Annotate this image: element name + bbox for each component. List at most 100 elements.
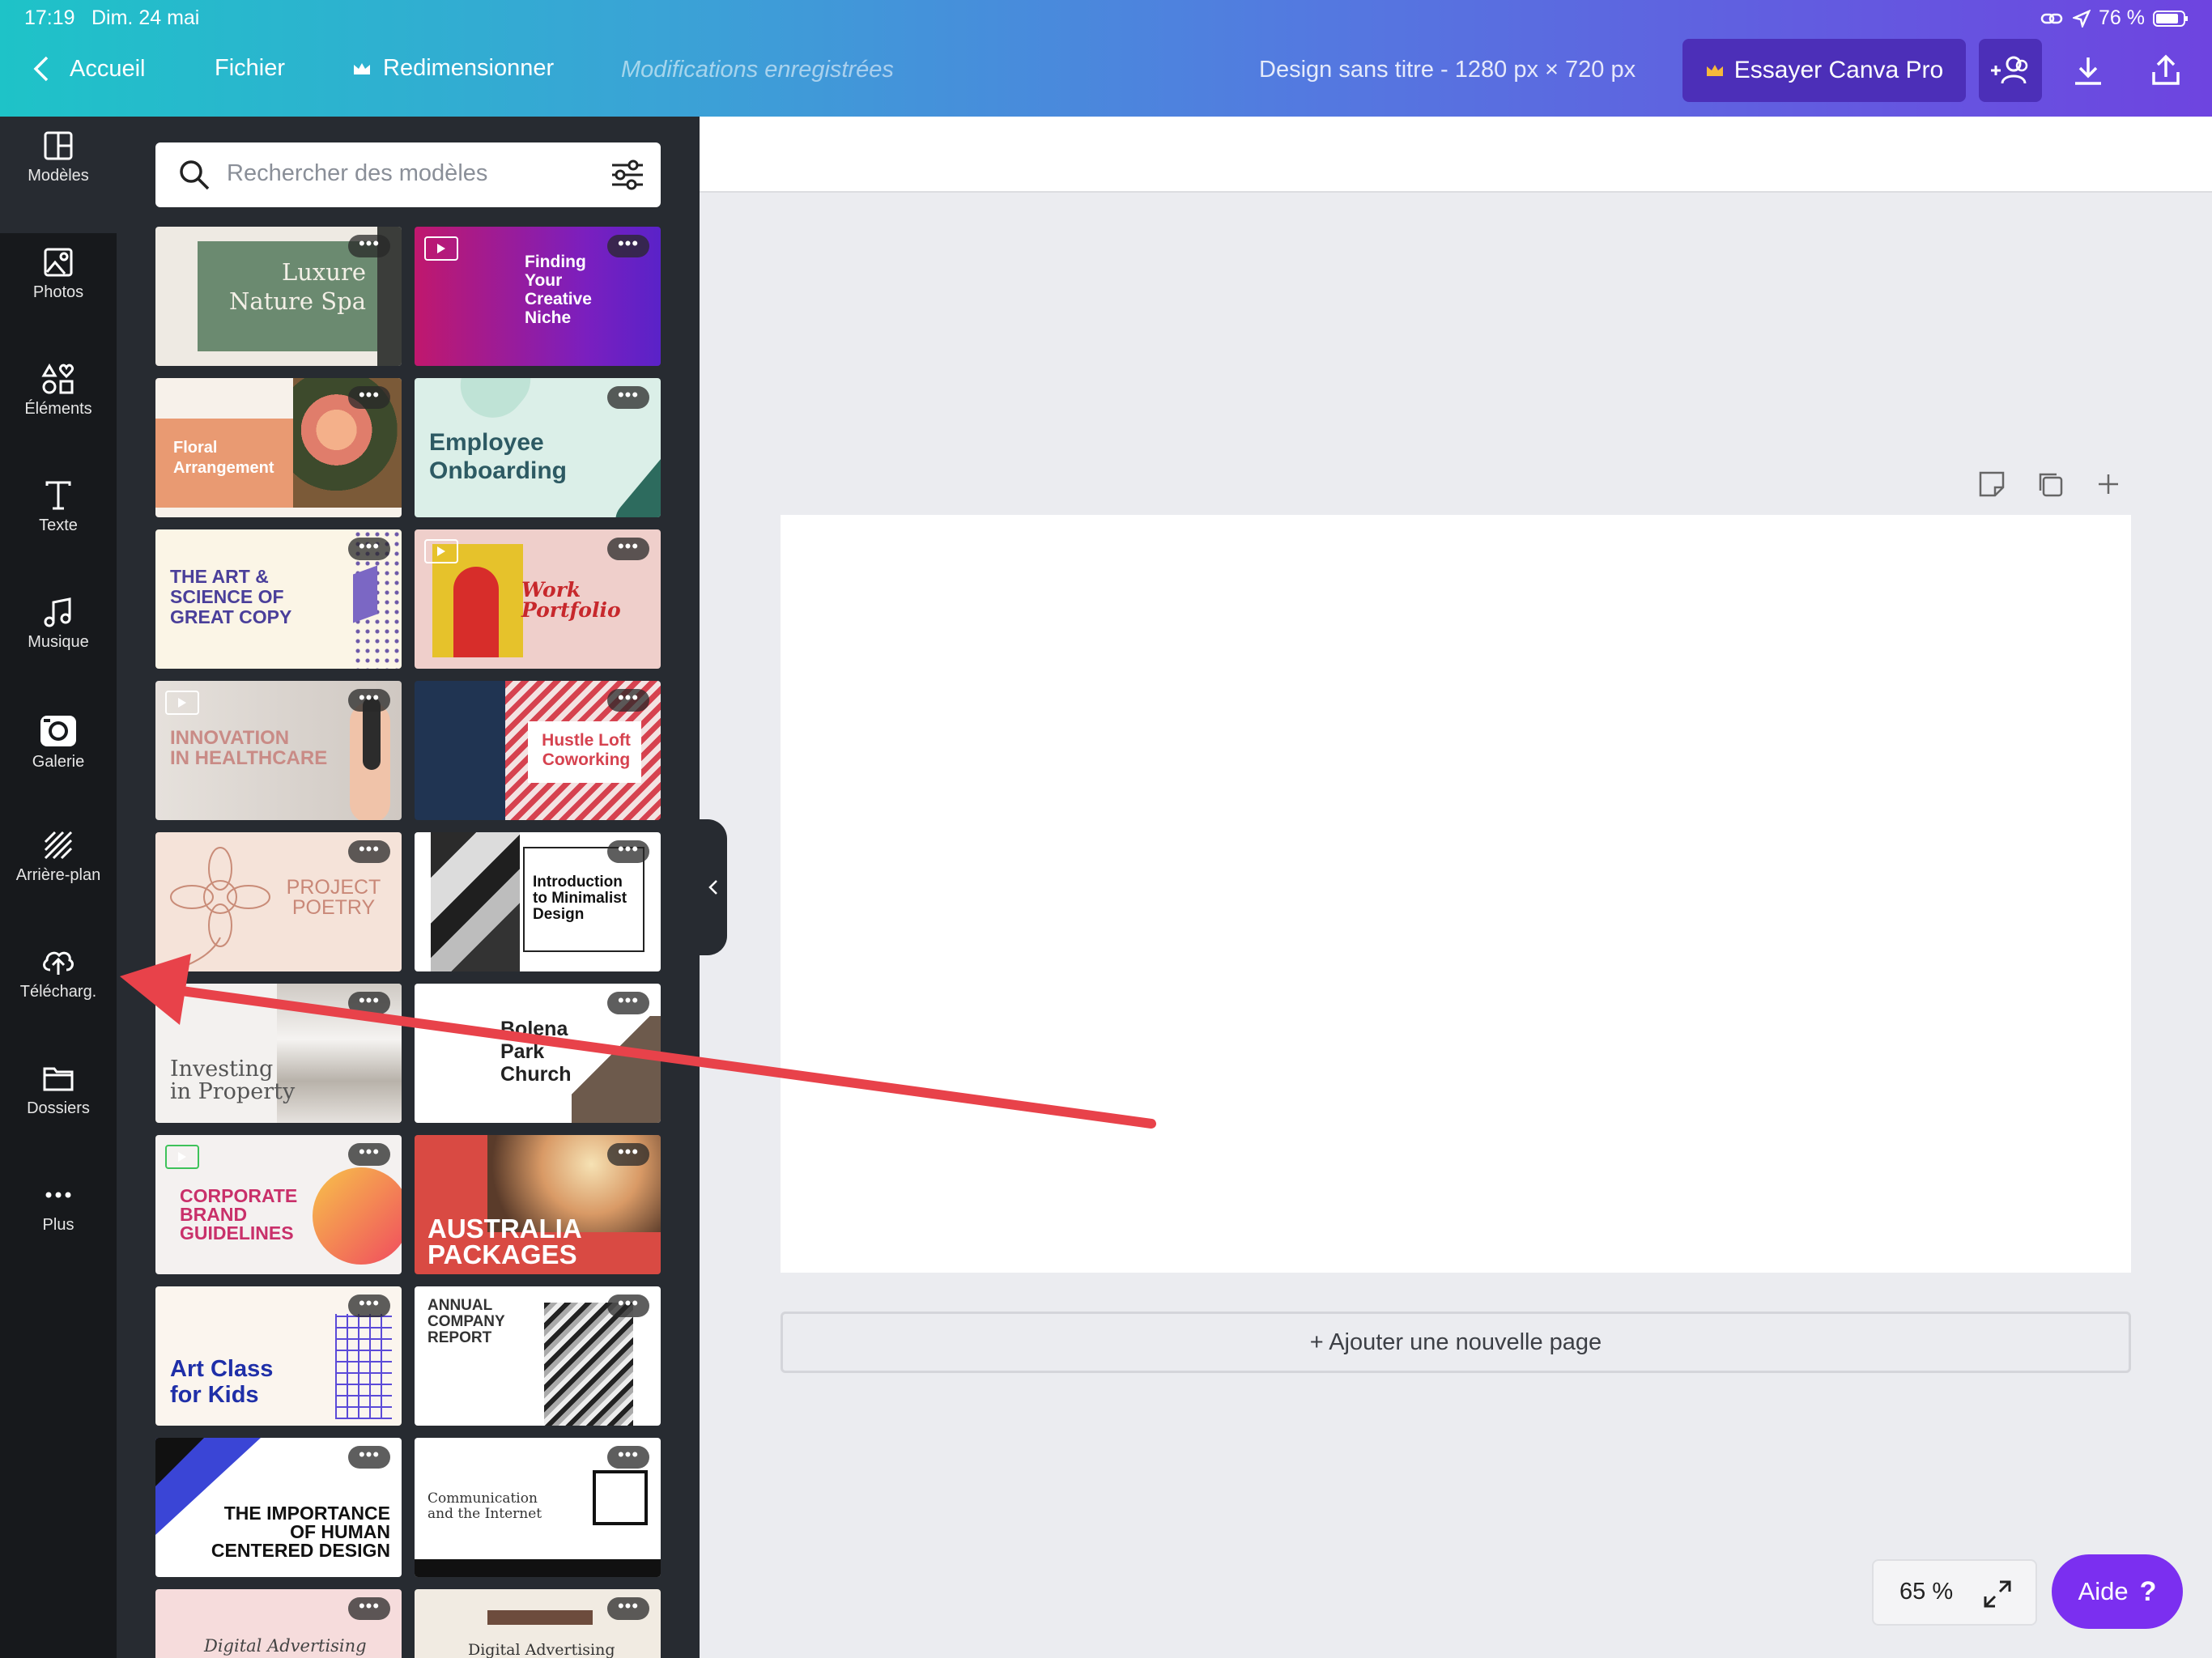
sidebar-item-folders[interactable]: Dossiers (0, 1049, 117, 1166)
template-card[interactable]: THE ART & SCIENCE OF GREAT COPY ••• (155, 529, 402, 669)
video-icon (424, 236, 458, 261)
more-options-button[interactable]: ••• (348, 840, 390, 863)
help-button[interactable]: Aide ? (2052, 1554, 2183, 1629)
more-options-button[interactable]: ••• (607, 1295, 649, 1317)
sidebar-item-more[interactable]: Plus (0, 1166, 117, 1282)
sidebar-item-music[interactable]: Musique (0, 583, 117, 699)
sidebar-item-label: Arrière-plan (15, 866, 101, 884)
template-card[interactable]: Communication and the Internet ••• (415, 1438, 661, 1577)
template-card[interactable]: THE IMPORTANCE OF HUMAN CENTERED DESIGN … (155, 1438, 402, 1577)
sidebar-item-elements[interactable]: Éléments (0, 350, 117, 466)
more-options-button[interactable]: ••• (348, 235, 390, 257)
resize-button[interactable]: Redimensionner (352, 55, 554, 82)
more-options-button[interactable]: ••• (348, 1597, 390, 1620)
sidebar-item-photos[interactable]: Photos (0, 233, 117, 350)
share-button[interactable] (2134, 39, 2197, 102)
more-options-button[interactable]: ••• (607, 992, 649, 1014)
sidebar-item-label: Éléments (24, 400, 92, 418)
try-pro-button[interactable]: Essayer Canva Pro (1682, 39, 1966, 102)
template-title: Art Class for Kids (170, 1356, 274, 1408)
note-icon[interactable] (1976, 468, 2008, 500)
design-title[interactable]: Design sans titre - 1280 px × 720 px (1259, 57, 1636, 83)
template-title: Employee Onboarding (429, 429, 567, 484)
duplicate-page-icon[interactable] (2034, 468, 2066, 500)
template-card[interactable]: Floral Arrangement ••• (155, 378, 402, 517)
filter-icon[interactable] (610, 159, 644, 191)
template-title: Luxure Nature Spa (229, 258, 366, 315)
template-card[interactable]: Bolena Park Church ••• (415, 984, 661, 1123)
music-icon (44, 597, 71, 627)
template-card[interactable]: Finding Your Creative Niche ••• (415, 227, 661, 366)
try-pro-label: Essayer Canva Pro (1733, 57, 1944, 83)
file-label: Fichier (215, 55, 286, 81)
more-options-button[interactable]: ••• (348, 689, 390, 712)
share-people-button[interactable] (1979, 39, 2042, 102)
template-card[interactable]: Digital Advertising ••• (155, 1589, 402, 1658)
collapse-panel-button[interactable] (700, 819, 727, 955)
template-card[interactable]: Work Portfolio ••• (415, 529, 661, 669)
download-button[interactable] (2057, 39, 2120, 102)
more-options-button[interactable]: ••• (348, 992, 390, 1014)
more-options-button[interactable]: ••• (607, 1446, 649, 1469)
canvas-top-strip (700, 117, 2212, 193)
design-page[interactable] (781, 515, 2131, 1273)
sidebar-item-text[interactable]: Texte (0, 466, 117, 583)
template-card[interactable]: INNOVATION IN HEALTHCARE ••• (155, 681, 402, 820)
status-date: Dim. 24 mai (91, 6, 200, 29)
sidebar-item-uploads[interactable]: Télécharg. (0, 933, 117, 1049)
sidebar-item-label: Plus (42, 1216, 74, 1234)
template-card[interactable]: Introduction to Minimalist Design ••• (415, 832, 661, 971)
download-icon (2075, 57, 2101, 85)
more-options-button[interactable]: ••• (607, 689, 649, 712)
zoom-level: 65 % (1899, 1579, 1954, 1605)
template-card[interactable]: Employee Onboarding ••• (415, 378, 661, 517)
sidebar-item-templates[interactable]: Modèles (0, 117, 117, 233)
template-card[interactable]: PROJECT POETRY ••• (155, 832, 402, 971)
video-icon (165, 691, 199, 715)
add-page-icon[interactable] (2092, 468, 2125, 500)
template-card[interactable]: Luxure Nature Spa ••• (155, 227, 402, 366)
top-bar: 17:19 Dim. 24 mai 76 % Accueil Fichier R… (0, 0, 2212, 117)
battery-icon (2152, 10, 2188, 27)
search-icon (180, 160, 210, 190)
template-card[interactable]: Art Class for Kids ••• (155, 1286, 402, 1426)
sidebar: Modèles Photos Éléments Texte Musique Ga… (0, 117, 117, 1658)
more-options-button[interactable]: ••• (348, 1143, 390, 1166)
sidebar-item-background[interactable]: Arrière-plan (0, 816, 117, 933)
status-right: 76 % (2040, 6, 2189, 30)
back-button[interactable]: Accueil (32, 55, 146, 83)
add-new-page-button[interactable]: + Ajouter une nouvelle page (781, 1312, 2131, 1373)
zoom-control[interactable]: 65 % (1872, 1559, 2037, 1626)
more-options-button[interactable]: ••• (607, 386, 649, 409)
template-card[interactable]: AUSTRALIA PACKAGES ••• (415, 1135, 661, 1274)
template-card[interactable]: Hustle Loft Coworking ••• (415, 681, 661, 820)
sidebar-item-gallery[interactable]: Galerie (0, 699, 117, 816)
status-time: 17:19 (24, 6, 75, 29)
crown-icon (354, 62, 370, 74)
fullscreen-icon[interactable] (1982, 1579, 2013, 1609)
template-card[interactable]: Digital Advertising ••• (415, 1589, 661, 1658)
template-card[interactable]: Investing in Property ••• (155, 984, 402, 1123)
search-input[interactable]: Rechercher des modèles (227, 160, 487, 187)
file-menu-button[interactable]: Fichier (215, 55, 285, 82)
more-options-button[interactable]: ••• (607, 538, 649, 560)
template-title: Finding Your Creative Niche (525, 253, 592, 327)
more-options-button[interactable]: ••• (607, 1597, 649, 1620)
template-title: Digital Advertising (204, 1636, 367, 1656)
template-card[interactable]: CORPORATE BRAND GUIDELINES ••• (155, 1135, 402, 1274)
chevron-left-icon (708, 880, 717, 895)
template-card[interactable]: ANNUAL COMPANY REPORT ••• (415, 1286, 661, 1426)
more-options-button[interactable]: ••• (348, 386, 390, 409)
video-icon (424, 539, 458, 563)
more-options-button[interactable]: ••• (607, 1143, 649, 1166)
sidebar-item-label: Texte (39, 517, 78, 534)
template-search[interactable]: Rechercher des modèles (155, 142, 661, 207)
photos-icon (44, 248, 73, 277)
sidebar-item-label: Photos (32, 283, 84, 301)
more-options-button[interactable]: ••• (348, 1446, 390, 1469)
more-options-button[interactable]: ••• (607, 840, 649, 863)
more-options-button[interactable]: ••• (348, 1295, 390, 1317)
text-icon (45, 481, 71, 510)
more-options-button[interactable]: ••• (348, 538, 390, 560)
more-options-button[interactable]: ••• (607, 235, 649, 257)
